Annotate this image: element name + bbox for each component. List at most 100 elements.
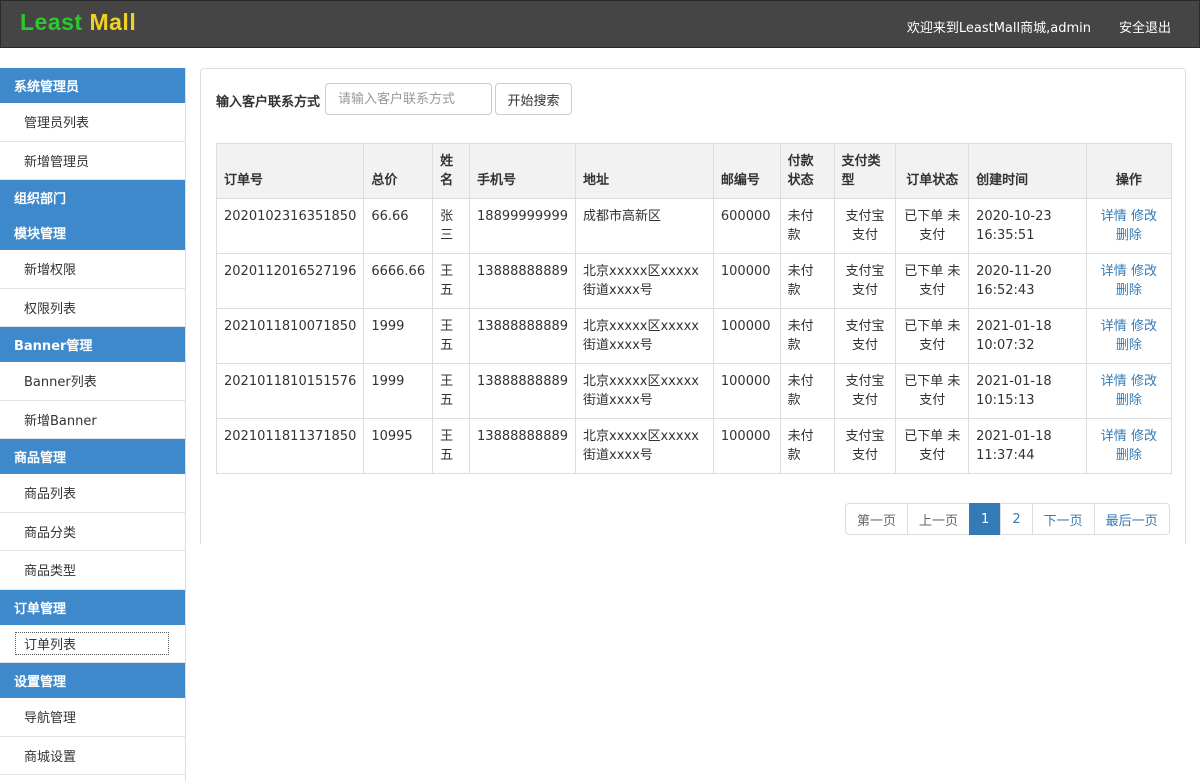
sidebar-item[interactable]: 商城设置	[0, 736, 185, 775]
sidebar-item-label: 商品类型	[24, 564, 77, 580]
logout-link[interactable]: 安全退出	[1119, 17, 1171, 36]
cell-zip: 100000	[712, 308, 781, 364]
edit-link[interactable]: 修改	[1131, 374, 1157, 389]
edit-link[interactable]: 修改	[1131, 429, 1157, 444]
cell-order-no: 2021011810151576	[215, 363, 365, 419]
cell-created: 2020-10-23 16:35:51	[968, 198, 1087, 254]
page-prev[interactable]: 上一页	[907, 503, 971, 535]
page-2[interactable]: 2	[1000, 503, 1033, 535]
cell-actions: 详情 修改删除	[1085, 253, 1173, 309]
cell-name: 王五	[432, 308, 471, 364]
sidebar-item-label: 导航管理	[24, 711, 77, 727]
cell-name: 王五	[432, 363, 471, 419]
table-row: 2021011810151576 1999 王五 13888888889 北京xxxxx…	[215, 363, 1173, 419]
delete-link[interactable]: 删除	[1116, 228, 1142, 243]
delete-link[interactable]: 删除	[1116, 283, 1142, 298]
cell-address: 北京xxxxx区xxxxx街道xxxx号	[575, 308, 714, 364]
cell-order-status: 已下单 未支付	[895, 418, 970, 474]
cell-pay-type: 支付宝支付	[833, 363, 897, 419]
cell-total: 6666.66	[363, 253, 434, 309]
cell-zip: 100000	[712, 253, 781, 309]
th-actions: 操作	[1085, 143, 1173, 199]
sidebar-group-title[interactable]: 设置管理	[0, 663, 185, 698]
sidebar-item-label: 管理员列表	[24, 116, 90, 132]
sidebar-group-title[interactable]: 系统管理员	[0, 68, 185, 103]
sidebar-item[interactable]: 商品列表	[0, 474, 185, 513]
sidebar-item[interactable]: 新增权限	[0, 250, 185, 289]
th-order-status: 订单状态	[895, 143, 970, 199]
table-row: 2021011810071850 1999 王五 13888888889 北京xxxxx…	[215, 308, 1173, 364]
sidebar-item-label: 新增Banner	[24, 413, 97, 429]
cell-phone: 18899999999	[469, 198, 577, 254]
delete-link[interactable]: 删除	[1116, 448, 1142, 463]
edit-link[interactable]: 修改	[1131, 209, 1157, 224]
cell-name: 王五	[432, 253, 471, 309]
edit-link[interactable]: 修改	[1131, 264, 1157, 279]
sidebar-group-title[interactable]: 商品管理	[0, 439, 185, 474]
cell-zip: 600000	[712, 198, 781, 254]
sidebar-group-title[interactable]: 模块管理	[0, 215, 185, 250]
sidebar-item[interactable]: 订单列表	[0, 624, 185, 663]
cell-created: 2021-01-18 10:07:32	[968, 308, 1087, 364]
header-right: 欢迎来到LeastMall商城,admin 安全退出	[907, 17, 1171, 36]
cell-total: 1999	[363, 363, 434, 419]
cell-total: 66.66	[363, 198, 434, 254]
pagination: 第一页 上一页 1 2 下一页 最后一页	[845, 503, 1170, 535]
cell-pay-status: 未付款	[779, 198, 835, 254]
sidebar-item[interactable]: 商品类型	[0, 551, 185, 590]
detail-link[interactable]: 详情	[1101, 429, 1127, 444]
page-next[interactable]: 下一页	[1031, 503, 1095, 535]
cell-phone: 13888888889	[469, 418, 577, 474]
logo-least: Least	[20, 9, 83, 35]
cell-pay-status: 未付款	[779, 363, 835, 419]
sidebar-item-label: 商品分类	[24, 525, 77, 541]
th-pay-type: 支付类型	[833, 143, 897, 199]
table-row: 2021011811371850 10995 王五 13888888889 北京xxxx…	[215, 418, 1173, 474]
sidebar-item[interactable]: 导航管理	[0, 698, 185, 737]
main-panel: 输入客户联系方式 开始搜索 订单号 总价 姓名 手机号 地址 邮编号 付款状态 …	[200, 68, 1186, 544]
cell-actions: 详情 修改删除	[1085, 308, 1173, 364]
page-first[interactable]: 第一页	[845, 503, 909, 535]
th-created: 创建时间	[968, 143, 1087, 199]
delete-link[interactable]: 删除	[1116, 393, 1142, 408]
cell-address: 北京xxxxx区xxxxx街道xxxx号	[575, 253, 714, 309]
th-phone: 手机号	[469, 143, 577, 199]
sidebar-item-label: 商城设置	[24, 749, 77, 765]
page-1[interactable]: 1	[969, 503, 1002, 535]
sidebar-item[interactable]: Banner列表	[0, 362, 185, 401]
page-last[interactable]: 最后一页	[1093, 503, 1170, 535]
cell-zip: 100000	[712, 363, 781, 419]
sidebar-item-label: 订单列表	[14, 631, 170, 655]
detail-link[interactable]: 详情	[1101, 374, 1127, 389]
th-pay-status: 付款状态	[779, 143, 835, 199]
detail-link[interactable]: 详情	[1101, 264, 1127, 279]
sidebar-item[interactable]: 权限列表	[0, 288, 185, 327]
sidebar-item[interactable]: 新增管理员	[0, 141, 185, 180]
sidebar-group-title[interactable]: 组织部门	[0, 180, 185, 215]
table-header-row: 订单号 总价 姓名 手机号 地址 邮编号 付款状态 支付类型 订单状态 创建时间…	[215, 143, 1173, 199]
sidebar-group-title[interactable]: 订单管理	[0, 589, 185, 625]
cell-actions: 详情 修改删除	[1085, 418, 1173, 474]
cell-pay-type: 支付宝支付	[833, 253, 897, 309]
sidebar-item[interactable]: 新增Banner	[0, 400, 185, 439]
search-button[interactable]: 开始搜索	[495, 83, 572, 115]
sidebar-item-label: Banner列表	[24, 375, 97, 391]
cell-pay-status: 未付款	[779, 253, 835, 309]
sidebar-item[interactable]: 管理员列表	[0, 103, 185, 142]
search-input[interactable]	[325, 83, 492, 115]
cell-actions: 详情 修改删除	[1085, 198, 1173, 254]
delete-link[interactable]: 删除	[1116, 338, 1142, 353]
cell-address: 成都市高新区	[575, 198, 714, 254]
search-label: 输入客户联系方式	[216, 95, 321, 110]
sidebar-item[interactable]: 商品分类	[0, 512, 185, 551]
sidebar-group-title[interactable]: Banner管理	[0, 327, 185, 362]
cell-order-no: 2020102316351850	[215, 198, 365, 254]
cell-order-no: 2021011810071850	[215, 308, 365, 364]
orders-table: 订单号 总价 姓名 手机号 地址 邮编号 付款状态 支付类型 订单状态 创建时间…	[215, 143, 1173, 474]
sidebar-item-label: 新增权限	[24, 263, 77, 279]
edit-link[interactable]: 修改	[1131, 319, 1157, 334]
detail-link[interactable]: 详情	[1101, 209, 1127, 224]
th-order-no: 订单号	[215, 143, 365, 199]
detail-link[interactable]: 详情	[1101, 319, 1127, 334]
logo: Least Mall	[20, 9, 136, 36]
